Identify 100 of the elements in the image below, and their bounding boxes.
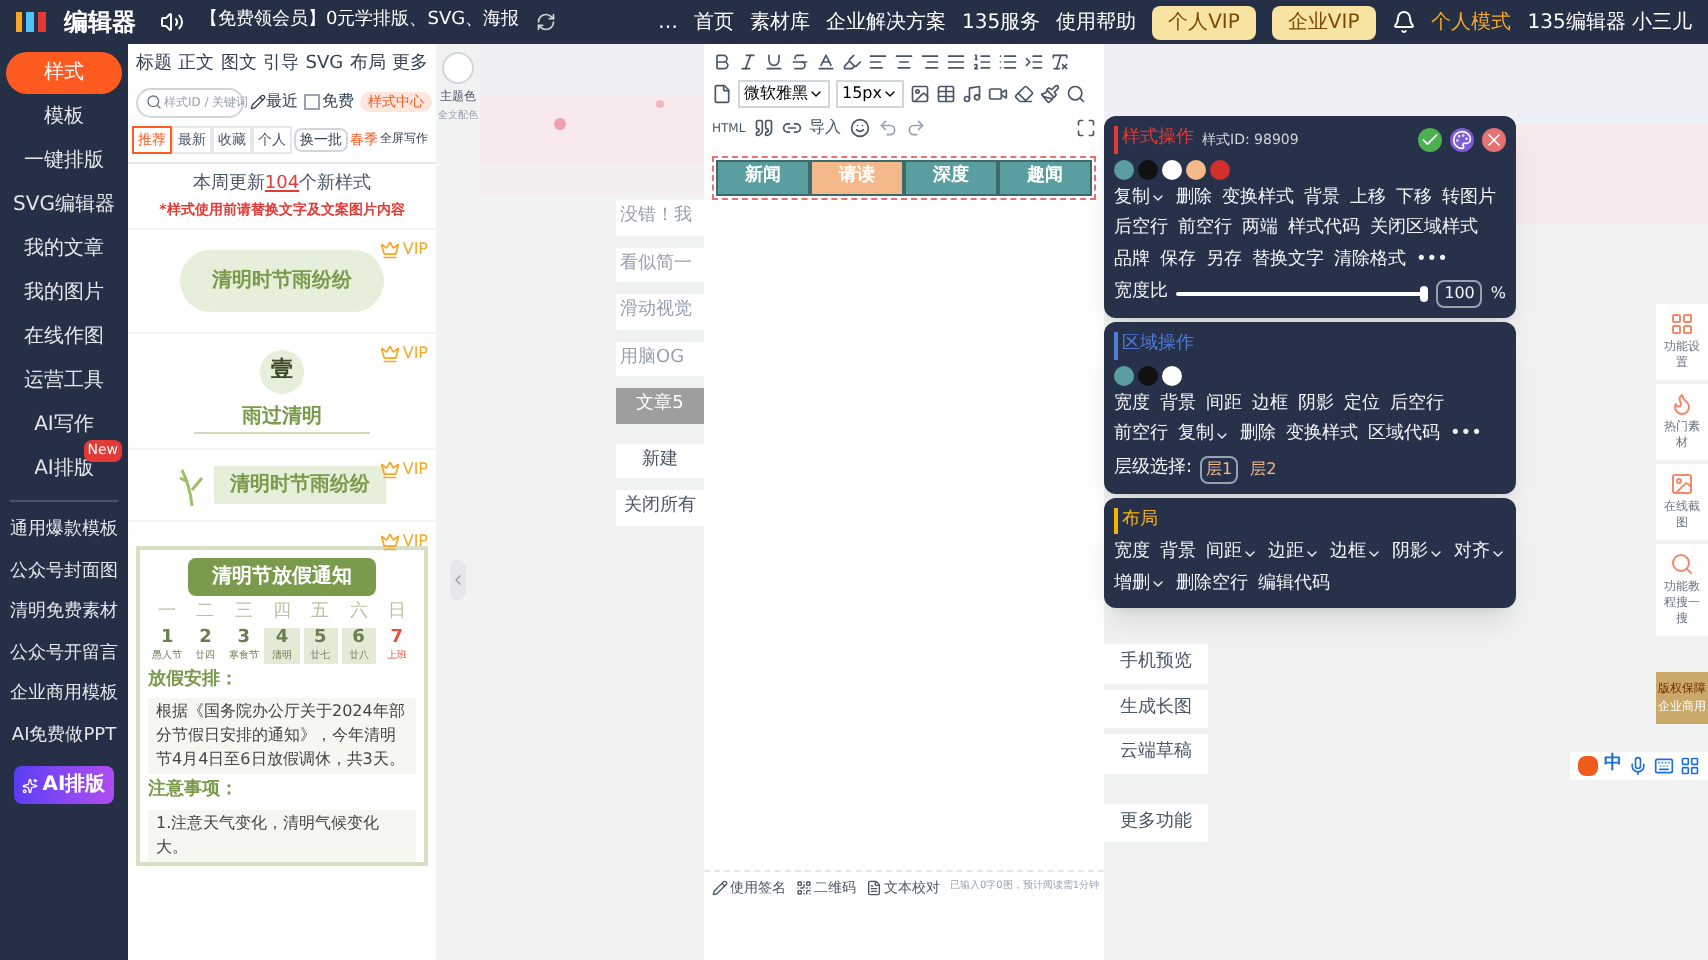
panel-action[interactable]: 区域代码 [1368, 422, 1440, 449]
category-tab[interactable]: 正文 [178, 52, 215, 79]
fullscreen-icon[interactable] [1076, 118, 1096, 138]
panel-action[interactable]: 背景 [1160, 391, 1196, 418]
brush-icon[interactable] [1040, 84, 1060, 104]
panel-action[interactable]: 边距 [1268, 540, 1320, 567]
quote-icon[interactable] [753, 118, 774, 138]
bell-icon[interactable] [1391, 10, 1416, 34]
panel-action[interactable]: 上移 [1350, 185, 1386, 212]
vip-button[interactable]: 企业VIP [1271, 5, 1376, 39]
highlighter-icon[interactable] [842, 52, 862, 72]
panel-action[interactable]: 边框 [1252, 391, 1288, 418]
music-icon[interactable] [962, 84, 982, 104]
keyboard-icon[interactable] [1654, 756, 1674, 776]
panel-action[interactable]: 变换样式 [1286, 422, 1358, 449]
sidebar-link[interactable]: 清明免费素材 [10, 594, 118, 633]
redo-icon[interactable] [905, 118, 926, 138]
side-button[interactable]: 手机预览 [1104, 644, 1208, 683]
sidebar-item[interactable]: 我的文章 [6, 228, 122, 270]
panel-action[interactable]: 转图片 [1442, 185, 1496, 212]
sidebar-item[interactable]: 我的图片 [6, 272, 122, 314]
panel-action[interactable]: 后空行 [1114, 216, 1168, 243]
user-name[interactable]: 135编辑器 小三儿 [1527, 7, 1692, 37]
refresh-icon[interactable] [535, 12, 556, 32]
toolbox-icon[interactable] [1680, 756, 1700, 776]
panel-action[interactable]: 背景 [1304, 185, 1340, 212]
panel-action[interactable]: 下移 [1396, 185, 1432, 212]
panel-action[interactable]: 边框 [1330, 540, 1382, 567]
recent-button[interactable]: 最近 [250, 90, 298, 114]
sidebar-link[interactable]: AI免费做PPT [11, 717, 117, 756]
nav-link[interactable]: 企业解决方案 [825, 7, 946, 37]
panel-action[interactable]: 删除空行 [1176, 571, 1248, 598]
panel-action[interactable]: 背景 [1160, 540, 1196, 567]
panel-action[interactable]: 关闭区域样式 [1370, 216, 1478, 243]
panel-action[interactable]: 增删 [1114, 571, 1166, 598]
nav-link[interactable]: 素材库 [749, 7, 810, 37]
input-method-bar[interactable]: 中 [1570, 752, 1708, 780]
panel-action[interactable]: 复制 [1114, 185, 1166, 212]
slider-thumb[interactable] [1420, 286, 1429, 302]
panel-action[interactable]: ••• [1416, 247, 1448, 274]
sidebar-item[interactable]: 运营工具 [6, 360, 122, 402]
strikethrough-icon[interactable] [790, 52, 810, 72]
panel-action[interactable]: 品牌 [1114, 247, 1150, 274]
sidebar-link[interactable]: 通用爆款模板 [10, 512, 118, 551]
slider-value[interactable]: 100 [1436, 280, 1483, 308]
eraser-icon[interactable] [1014, 84, 1034, 104]
close-icon[interactable] [1482, 127, 1506, 152]
ime-mode[interactable]: 中 [1604, 752, 1622, 780]
underline-icon[interactable] [764, 52, 784, 72]
more-menu[interactable]: … [657, 7, 678, 37]
panel-action[interactable]: 删除 [1240, 422, 1276, 449]
align-right-icon[interactable] [920, 52, 940, 72]
palette-icon[interactable] [1450, 127, 1474, 152]
font-select[interactable]: 微软雅黑 [738, 80, 830, 108]
sidebar-link[interactable]: 企业商用模板 [10, 676, 118, 715]
nav-link[interactable]: 135服务 [961, 7, 1041, 37]
panel-action[interactable]: 阴影 [1392, 540, 1444, 567]
list-icon[interactable] [998, 52, 1018, 72]
vip-button[interactable]: 个人VIP [1152, 5, 1256, 39]
panel-action[interactable]: 间距 [1206, 391, 1242, 418]
confirm-icon[interactable] [1418, 127, 1442, 152]
panel-action[interactable]: 两端 [1242, 216, 1278, 243]
side-button[interactable]: 生成长图 [1104, 689, 1208, 728]
font-color-icon[interactable] [816, 52, 836, 72]
sidebar-item[interactable]: 模板 [6, 96, 122, 138]
link-icon[interactable] [781, 118, 802, 138]
sidebar-item[interactable]: 在线作图 [6, 316, 122, 358]
category-tab[interactable]: SVG [305, 52, 344, 79]
nav-link[interactable]: 使用帮助 [1056, 7, 1137, 37]
category-tab[interactable]: 标题 [136, 52, 172, 79]
free-checkbox[interactable] [304, 94, 320, 110]
panel-action[interactable]: 替换文字 [1252, 247, 1324, 274]
panel-action[interactable]: 对齐 [1454, 540, 1506, 567]
align-justify-icon[interactable] [946, 52, 966, 72]
sidebar-item[interactable]: SVG编辑器 [6, 184, 122, 226]
side-button[interactable]: 更多功能 [1104, 803, 1208, 842]
new-article-button[interactable]: 新建 [616, 443, 704, 478]
italic-icon[interactable] [738, 52, 758, 72]
category-tab[interactable]: 布局 [349, 52, 386, 79]
panel-action[interactable]: 后空行 [1390, 391, 1444, 418]
mode-link[interactable]: 个人模式 [1431, 7, 1512, 37]
bold-icon[interactable] [712, 52, 732, 72]
layer-option[interactable]: 层1 [1200, 455, 1239, 483]
panel-action[interactable]: 前空行 [1178, 216, 1232, 243]
nav-link[interactable]: 首页 [693, 7, 734, 37]
panel-action[interactable]: 清除格式 [1334, 247, 1406, 274]
panel-action[interactable]: 复制 [1178, 422, 1230, 449]
import-button[interactable]: 导入 [809, 116, 842, 140]
panel-action[interactable]: 宽度 [1114, 540, 1150, 567]
panel-action[interactable]: 前空行 [1114, 422, 1168, 449]
panel-action[interactable]: 编辑代码 [1258, 571, 1330, 598]
panel-action[interactable]: 删除 [1176, 185, 1212, 212]
layer-option[interactable]: 层2 [1246, 457, 1281, 481]
sidebar-item[interactable]: 一键排版 [6, 140, 122, 182]
category-tab[interactable]: 图文 [220, 52, 257, 79]
panel-action[interactable]: 保存 [1160, 247, 1196, 274]
panel-action[interactable]: 变换样式 [1222, 185, 1294, 212]
emoji-icon[interactable] [849, 118, 870, 138]
undo-icon[interactable] [877, 118, 898, 138]
width-slider[interactable] [1176, 286, 1429, 302]
